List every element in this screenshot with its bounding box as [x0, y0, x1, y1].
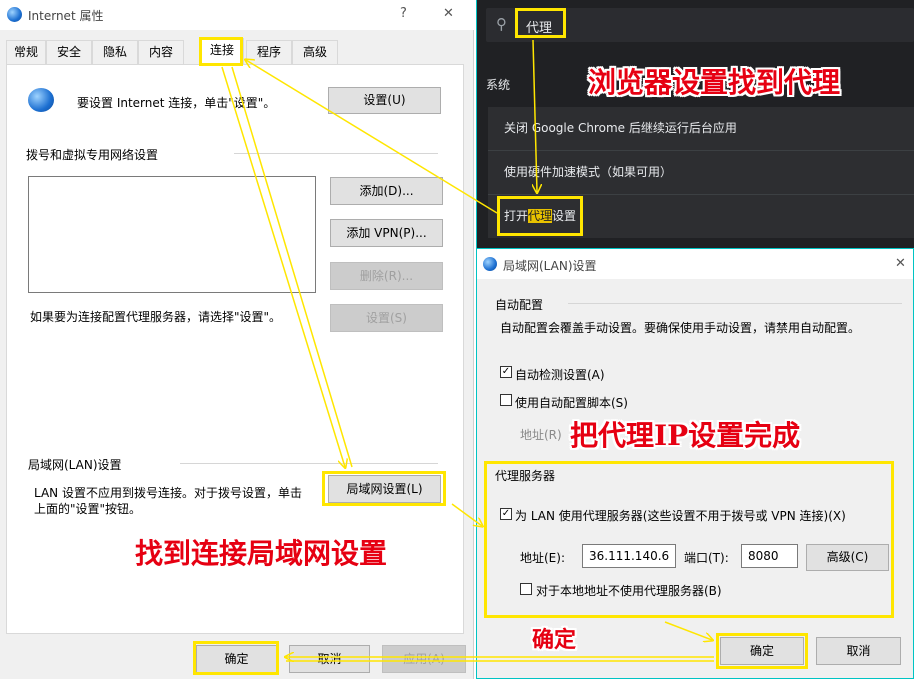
use-proxy-label: 为 LAN 使用代理服务器(这些设置不用于拨号或 VPN 连接)(X)	[515, 509, 846, 523]
add-button[interactable]: 添加(D)...	[330, 177, 443, 205]
tab-general[interactable]: 常规	[6, 40, 46, 64]
proxy-item-suffix: 设置	[552, 209, 577, 223]
divider	[234, 153, 438, 154]
proxy-server-header: 代理服务器	[495, 469, 556, 483]
auto-config-desc: 自动配置会覆盖手动设置。要确保使用手动设置，请禁用自动配置。	[500, 321, 861, 335]
remove-button[interactable]: 删除(R)...	[330, 262, 443, 290]
tab-programs[interactable]: 程序	[246, 40, 292, 64]
divider	[568, 303, 902, 304]
cancel-button[interactable]: 取消	[289, 645, 370, 673]
hardware-acceleration-setting[interactable]: 使用硬件加速模式（如果可用）	[488, 151, 914, 194]
annotation-confirm: 确定	[532, 627, 577, 653]
tab-advanced[interactable]: 高级	[292, 40, 338, 64]
lan-settings-header: 局域网(LAN)设置	[28, 458, 122, 472]
bypass-local-label: 对于本地地址不使用代理服务器(B)	[536, 584, 722, 598]
settings-search-box[interactable]: ⚲ 代理	[486, 8, 914, 42]
system-section-title: 系统	[486, 78, 511, 92]
setup-button[interactable]: 设置(U)	[328, 87, 441, 114]
tab-connections[interactable]: 连接	[200, 38, 244, 65]
use-proxy-checkbox[interactable]: ✓	[500, 508, 512, 520]
divider	[180, 463, 438, 464]
auto-script-label: 使用自动配置脚本(S)	[515, 396, 628, 410]
proxy-address-input[interactable]: 36.111.140.6	[582, 544, 676, 568]
lan-ok-button[interactable]: 确定	[720, 637, 804, 665]
tab-privacy[interactable]: 隐私	[92, 40, 138, 64]
ie-window-title: Internet 属性	[28, 9, 104, 23]
lan-titlebar: 局域网(LAN)设置 ✕	[477, 249, 913, 279]
apply-button[interactable]: 应用(A)	[382, 645, 466, 673]
bypass-local-checkbox[interactable]	[520, 583, 532, 595]
tab-security[interactable]: 安全	[46, 40, 92, 64]
lan-cancel-button[interactable]: 取消	[816, 637, 901, 665]
internet-globe-icon	[483, 257, 497, 271]
close-icon[interactable]: ✕	[895, 256, 906, 271]
port-input[interactable]: 8080	[741, 544, 798, 568]
lan-desc-line2: 上面的"设置"按钮。	[34, 502, 142, 516]
close-icon[interactable]: ✕	[443, 6, 454, 21]
auto-script-checkbox[interactable]	[500, 394, 512, 406]
tab-content[interactable]: 内容	[138, 40, 184, 64]
ie-titlebar: Internet 属性 ? ✕	[0, 0, 474, 30]
annotation-ip-done: 把代理IP设置完成	[570, 419, 801, 452]
dialup-vpn-header: 拨号和虚拟专用网络设置	[26, 148, 159, 162]
search-icon: ⚲	[496, 15, 507, 33]
proxy-address-label: 地址(E):	[520, 551, 565, 565]
lan-settings-button[interactable]: 局域网设置(L)	[328, 475, 441, 503]
search-input[interactable]: 代理	[526, 17, 552, 36]
open-proxy-settings[interactable]: 打开代理设置	[488, 195, 914, 238]
auto-config-header: 自动配置	[495, 298, 544, 312]
ok-button[interactable]: 确定	[196, 645, 277, 673]
proxy-item-prefix: 打开	[504, 209, 529, 223]
script-address-label: 地址(R)	[520, 428, 562, 442]
setup-text: 要设置 Internet 连接，单击"设置"。	[77, 96, 276, 110]
auto-detect-label: 自动检测设置(A)	[515, 368, 605, 382]
annotation-browser-find-proxy: 浏览器设置找到代理	[588, 66, 841, 99]
lan-desc-line1: LAN 设置不应用到拨号连接。对于拨号设置，单击	[34, 486, 302, 500]
network-globe-icon	[28, 88, 54, 112]
proxy-item-highlight: 代理	[528, 209, 553, 223]
auto-detect-checkbox[interactable]: ✓	[500, 366, 512, 378]
internet-globe-icon	[7, 7, 22, 22]
advanced-button[interactable]: 高级(C)	[806, 544, 889, 571]
background-apps-setting[interactable]: 关闭 Google Chrome 后继续运行后台应用	[488, 107, 914, 150]
help-button[interactable]: ?	[400, 6, 407, 21]
connections-list[interactable]	[28, 176, 316, 293]
port-label: 端口(T):	[684, 551, 729, 565]
annotation-find-lan: 找到连接局域网设置	[135, 537, 388, 570]
connection-settings-button[interactable]: 设置(S)	[330, 304, 443, 332]
lan-dialog-title: 局域网(LAN)设置	[503, 259, 597, 273]
proxy-hint-text: 如果要为连接配置代理服务器，请选择"设置"。	[30, 310, 282, 324]
internet-properties-window: Internet 属性 ? ✕ 常规 安全 隐私 内容 连接 程序 高级 要设置…	[0, 0, 474, 679]
add-vpn-button[interactable]: 添加 VPN(P)...	[330, 219, 443, 247]
